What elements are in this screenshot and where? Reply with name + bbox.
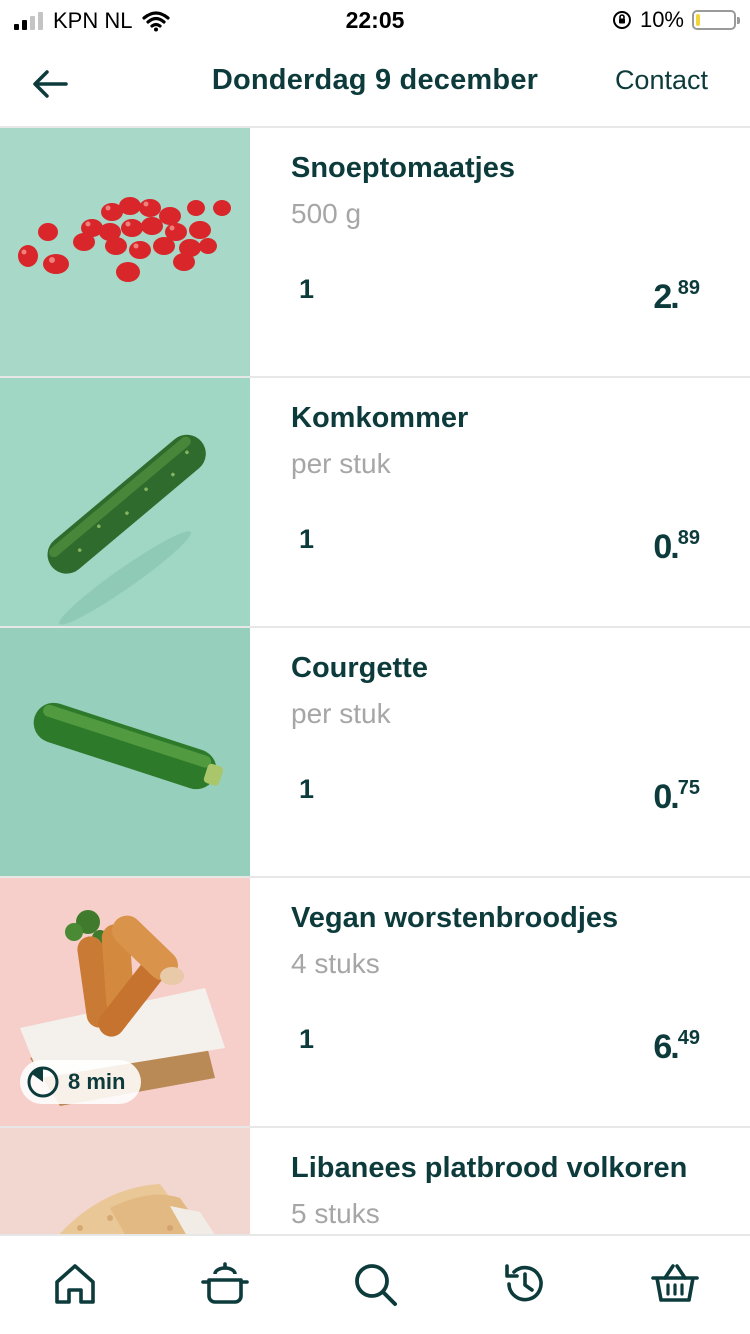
price-cents: 89 <box>677 277 700 299</box>
history-icon[interactable] <box>499 1258 551 1310</box>
tab-bar <box>0 1234 750 1334</box>
product-row[interactable]: Komkommer per stuk 1 0.89 <box>0 378 750 628</box>
product-list: Snoeptomaatjes 500 g 1 2.89 Komkommer pe… <box>0 128 750 1234</box>
contact-link[interactable]: Contact <box>615 65 708 96</box>
battery-icon <box>692 10 740 30</box>
price-cents: 49 <box>677 1027 700 1049</box>
prep-time-label: 8 min <box>68 1069 126 1094</box>
product-name: Komkommer <box>291 402 469 434</box>
product-image-courgette <box>0 628 250 876</box>
product-row[interactable]: 8 min Vegan worstenbroodjes 4 stuks 1 6.… <box>0 878 750 1128</box>
product-price: 0.89 <box>653 527 700 567</box>
pot-icon[interactable] <box>199 1258 251 1310</box>
product-price: 6.49 <box>653 1027 700 1067</box>
price-cents: 75 <box>677 777 700 799</box>
product-unit: 4 stuks <box>291 948 380 979</box>
product-unit: 500 g <box>291 198 362 229</box>
product-name: Vegan worstenbroodjes <box>291 902 619 934</box>
header: Donderdag 9 december Contact <box>0 40 750 128</box>
product-image-sausage-rolls: 8 min <box>0 878 250 1126</box>
product-unit: 5 stuks <box>291 1198 380 1229</box>
product-image-flatbread <box>0 1128 250 1234</box>
product-name: Courgette <box>291 652 428 684</box>
orientation-lock-icon <box>612 11 631 29</box>
product-row[interactable]: Libanees platbrood volkoren 5 stuks <box>0 1128 750 1234</box>
price-cents: 89 <box>677 527 700 549</box>
product-unit: per stuk <box>291 698 391 729</box>
status-bar: KPN NL 22:05 10% <box>0 0 750 40</box>
status-right: 10% <box>612 7 740 33</box>
product-row[interactable]: Snoeptomaatjes 500 g 1 2.89 <box>0 128 750 378</box>
product-quantity[interactable]: 1 <box>299 774 314 805</box>
product-unit: per stuk <box>291 448 391 479</box>
home-icon[interactable] <box>49 1258 101 1310</box>
basket-icon[interactable] <box>649 1258 701 1310</box>
product-name: Snoeptomaatjes <box>291 152 515 184</box>
product-image-tomatoes <box>0 128 250 376</box>
product-quantity[interactable]: 1 <box>299 524 314 555</box>
prep-time-badge: 8 min <box>20 1060 142 1104</box>
search-icon[interactable] <box>349 1258 401 1310</box>
product-name: Libanees platbrood volkoren <box>291 1152 688 1184</box>
battery-fill <box>696 14 700 26</box>
product-price: 2.89 <box>653 277 700 317</box>
product-price: 0.75 <box>653 777 700 817</box>
battery-percent: 10% <box>639 7 684 32</box>
product-quantity[interactable]: 1 <box>299 1024 314 1055</box>
product-quantity[interactable]: 1 <box>299 274 314 305</box>
product-image-cucumber <box>0 378 250 626</box>
timer-icon <box>27 1066 59 1098</box>
product-row[interactable]: Courgette per stuk 1 0.75 <box>0 628 750 878</box>
